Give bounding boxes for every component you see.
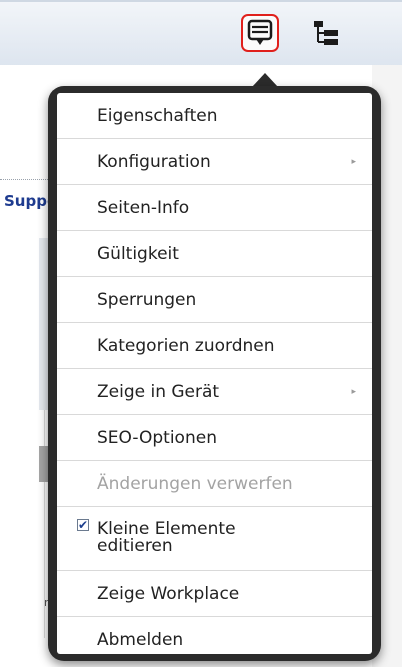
submenu-arrow-icon: ▸ bbox=[351, 386, 356, 397]
menu-item-zeige-in-geraet[interactable]: Zeige in Gerät ▸ bbox=[57, 369, 372, 415]
context-menu-list: Eigenschaften Konfiguration ▸ Seiten-Info… bbox=[57, 93, 372, 654]
context-menu-popup: Eigenschaften Konfiguration ▸ Seiten-Info… bbox=[48, 86, 381, 661]
menu-item-abmelden[interactable]: Abmelden bbox=[57, 617, 372, 654]
menu-item-kleine-elemente-editieren[interactable]: ✔ Kleine Elemente editieren bbox=[57, 507, 372, 571]
menu-item-label: Zeige in Gerät bbox=[97, 381, 220, 402]
menu-item-konfiguration[interactable]: Konfiguration ▸ bbox=[57, 139, 372, 185]
menu-item-label: Abmelden bbox=[97, 630, 184, 650]
submenu-arrow-icon: ▸ bbox=[351, 156, 356, 167]
menu-item-label: Konfiguration bbox=[97, 151, 211, 172]
menu-item-sperrungen[interactable]: Sperrungen bbox=[57, 277, 372, 323]
menu-item-label: Kategorien zuordnen bbox=[97, 335, 275, 356]
menu-item-kategorien-zuordnen[interactable]: Kategorien zuordnen bbox=[57, 323, 372, 369]
menu-item-aenderungen-verwerfen: Änderungen verwerfen bbox=[57, 461, 372, 507]
menu-item-seiten-info[interactable]: Seiten-Info bbox=[57, 185, 372, 231]
menu-item-label-line2: editieren bbox=[97, 535, 173, 556]
sitemap-button[interactable] bbox=[307, 14, 345, 52]
menu-item-eigenschaften[interactable]: Eigenschaften bbox=[57, 93, 372, 139]
top-toolbar bbox=[0, 0, 402, 67]
support-link[interactable]: Suppo bbox=[4, 192, 54, 210]
menu-item-label: Sperrungen bbox=[97, 289, 197, 310]
checkbox-checked-icon[interactable]: ✔ bbox=[77, 519, 89, 531]
menu-item-label: Zeige Workplace bbox=[97, 583, 240, 604]
menu-item-label: Gültigkeit bbox=[97, 243, 179, 264]
menu-item-label: SEO-Optionen bbox=[97, 427, 217, 448]
popup-pointer bbox=[252, 73, 278, 87]
context-menu-button[interactable] bbox=[241, 14, 279, 52]
sitemap-icon bbox=[314, 21, 338, 45]
menu-item-label: Eigenschaften bbox=[97, 105, 218, 126]
menu-item-seo-optionen[interactable]: SEO-Optionen bbox=[57, 415, 372, 461]
context-menu-icon bbox=[247, 19, 273, 45]
menu-item-zeige-workplace[interactable]: Zeige Workplace bbox=[57, 571, 372, 617]
menu-item-label: Änderungen verwerfen bbox=[97, 473, 293, 494]
menu-item-label: Seiten-Info bbox=[97, 197, 190, 218]
menu-item-gueltigkeit[interactable]: Gültigkeit bbox=[57, 231, 372, 277]
menu-item-label: Kleine Elemente editieren bbox=[97, 520, 236, 556]
